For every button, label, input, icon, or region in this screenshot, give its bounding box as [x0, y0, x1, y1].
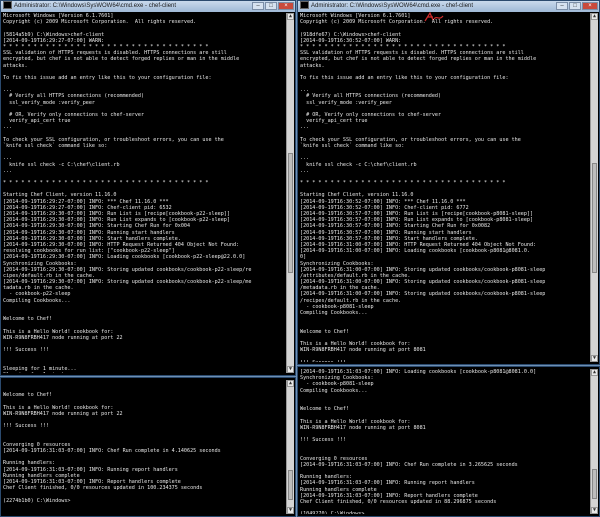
scroll-down-icon[interactable]: ▼: [591, 355, 598, 362]
scroll-up-icon[interactable]: ▲: [591, 13, 598, 20]
maximize-icon[interactable]: □: [569, 2, 581, 10]
window-controls: – □ ×: [556, 2, 598, 10]
console-icon: [300, 1, 309, 10]
right-console-pane: Administrator: C:\Windows\SysWOW64\cmd.e…: [297, 0, 600, 517]
console-output[interactable]: [2014-09-19T16:31:03-07:00] INFO: Loadin…: [300, 369, 590, 514]
scroll-down-icon[interactable]: ▼: [287, 366, 294, 373]
console-line: !!! Success !!!: [300, 360, 590, 363]
maximize-icon[interactable]: □: [265, 2, 277, 10]
right-upper-console-window[interactable]: Administrator: C:\Windows\SysWOW64\cmd.e…: [297, 0, 600, 365]
left-console-pane: Administrator: C:\Windows\SysWOW64\cmd.e…: [0, 0, 296, 517]
console-icon: [3, 1, 12, 10]
console-output[interactable]: Microsoft Windows [Version 6.1.7601] Copy…: [300, 13, 590, 362]
minimize-icon[interactable]: –: [556, 2, 568, 10]
window-title: Administrator: C:\Windows\SysWOW64\cmd.e…: [14, 3, 177, 9]
left-upper-console-window[interactable]: Administrator: C:\Windows\SysWOW64\cmd.e…: [0, 0, 296, 376]
console-line: [2014-09-19T16:29:30-07:00] INFO: Loadin…: [3, 254, 246, 261]
right-upper-titlebar[interactable]: Administrator: C:\Windows\SysWOW64\cmd.e…: [298, 1, 599, 12]
console-output[interactable]: Microsoft Windows [Version 6.1.7601] Copy…: [3, 13, 286, 373]
vertical-scrollbar[interactable]: ▲ ▼: [590, 13, 598, 362]
vertical-scrollbar[interactable]: ▲ ▼: [286, 380, 294, 514]
left-upper-titlebar[interactable]: Administrator: C:\Windows\SysWOW64\cmd.e…: [1, 1, 295, 12]
scroll-up-icon[interactable]: ▲: [287, 13, 294, 20]
console-output[interactable]: Welcome to Chef! This is a Hello World! c…: [3, 380, 286, 514]
window-title: Administrator: C:\Windows\SysWOW64\cmd.e…: [311, 3, 474, 9]
scroll-thumb[interactable]: [592, 469, 597, 499]
scroll-down-icon[interactable]: ▼: [591, 507, 598, 514]
close-icon[interactable]: ×: [582, 2, 598, 10]
window-controls: – □ ×: [252, 2, 294, 10]
scroll-up-icon[interactable]: ▲: [591, 369, 598, 376]
scroll-thumb[interactable]: [288, 153, 293, 273]
right-lower-console-window[interactable]: [2014-09-19T16:31:03-07:00] INFO: Loadin…: [297, 366, 600, 517]
scroll-thumb[interactable]: [288, 470, 293, 500]
console-line: (2274b1b0) C:\Windows>: [3, 497, 71, 504]
console-line: Sleeping for 1 minute...: [3, 372, 286, 373]
scroll-thumb[interactable]: [592, 163, 597, 273]
close-icon[interactable]: ×: [278, 2, 294, 10]
console-line: (1049270) C:\Windows>: [300, 511, 590, 514]
vertical-scrollbar[interactable]: ▲ ▼: [286, 13, 294, 373]
left-lower-console-window[interactable]: Welcome to Chef! This is a Hello World! c…: [0, 377, 296, 517]
scroll-up-icon[interactable]: ▲: [287, 380, 294, 387]
minimize-icon[interactable]: –: [252, 2, 264, 10]
console-line: [2014-09-19T16:29:30-07:00] INFO: Storin…: [3, 266, 252, 273]
scroll-down-icon[interactable]: ▼: [287, 507, 294, 514]
vertical-scrollbar[interactable]: ▲ ▼: [590, 369, 598, 514]
